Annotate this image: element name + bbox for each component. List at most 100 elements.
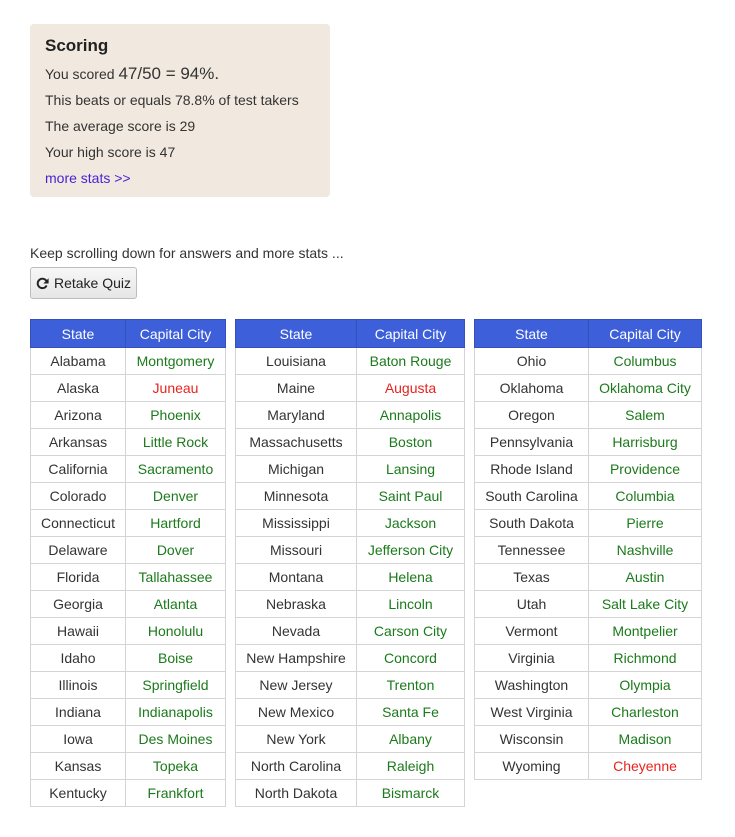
table-row: Maine Augusta xyxy=(235,374,465,402)
score-prefix: You scored xyxy=(45,66,115,82)
state-cell: South Dakota xyxy=(474,509,589,537)
table-row: Connecticut Hartford xyxy=(30,509,226,537)
retake-quiz-button[interactable]: Retake Quiz xyxy=(30,267,137,299)
capital-cell-correct: Santa Fe xyxy=(356,698,465,726)
state-cell: Idaho xyxy=(30,644,126,672)
capital-cell-correct: Harrisburg xyxy=(588,428,702,456)
table-row: Wisconsin Madison xyxy=(474,725,702,753)
table-row: Mississippi Jackson xyxy=(235,509,465,537)
table-row: Kentucky Frankfort xyxy=(30,779,226,807)
table-row: Colorado Denver xyxy=(30,482,226,510)
capital-cell-correct: Charleston xyxy=(588,698,702,726)
state-cell: Washington xyxy=(474,671,589,699)
percentile-text: This beats or equals 78.8% of test taker… xyxy=(45,92,299,108)
table-row: Kansas Topeka xyxy=(30,752,226,780)
state-cell: Colorado xyxy=(30,482,126,510)
state-cell: Kentucky xyxy=(30,779,126,807)
state-cell: Oklahoma xyxy=(474,374,589,402)
table-row: West Virginia Charleston xyxy=(474,698,702,726)
state-cell: Missouri xyxy=(235,536,357,564)
capital-cell-correct: Bismarck xyxy=(356,779,465,807)
state-cell: Florida xyxy=(30,563,126,591)
capital-cell-correct: Annapolis xyxy=(356,401,465,429)
state-cell: Michigan xyxy=(235,455,357,483)
capital-cell-correct: Madison xyxy=(588,725,702,753)
table-row: Ohio Columbus xyxy=(474,347,702,375)
capital-column-header: Capital City xyxy=(588,319,702,348)
capital-cell-correct: Salt Lake City xyxy=(588,590,702,618)
state-cell: Virginia xyxy=(474,644,589,672)
state-cell: Alaska xyxy=(30,374,126,402)
table-row: North Dakota Bismarck xyxy=(235,779,465,807)
table-row: North Carolina Raleigh xyxy=(235,752,465,780)
scroll-hint: Keep scrolling down for answers and more… xyxy=(30,245,344,261)
table-row: Idaho Boise xyxy=(30,644,226,672)
capital-cell-correct: Salem xyxy=(588,401,702,429)
capital-cell-correct: Saint Paul xyxy=(356,482,465,510)
table-row: New Jersey Trenton xyxy=(235,671,465,699)
capital-cell-incorrect: Augusta xyxy=(356,374,465,402)
capital-cell-correct: Little Rock xyxy=(125,428,226,456)
capital-cell-correct: Indianapolis xyxy=(125,698,226,726)
table-row: Hawaii Honolulu xyxy=(30,617,226,645)
table-row: Louisiana Baton Rouge xyxy=(235,347,465,375)
capital-cell-correct: Dover xyxy=(125,536,226,564)
capital-cell-correct: Lansing xyxy=(356,455,465,483)
state-column-header: State xyxy=(30,319,126,348)
table-row: Georgia Atlanta xyxy=(30,590,226,618)
table-row: Wyoming Cheyenne xyxy=(474,752,702,780)
capital-cell-correct: Frankfort xyxy=(125,779,226,807)
capital-cell-correct: Carson City xyxy=(356,617,465,645)
table-row: Texas Austin xyxy=(474,563,702,591)
scoring-title: Scoring xyxy=(45,36,109,55)
more-stats-link[interactable]: more stats >> xyxy=(45,170,131,186)
state-column-header: State xyxy=(235,319,357,348)
capital-cell-correct: Olympia xyxy=(588,671,702,699)
state-cell: Indiana xyxy=(30,698,126,726)
score-value: 47/50 = 94%. xyxy=(118,64,220,83)
state-cell: Rhode Island xyxy=(474,455,589,483)
capital-cell-correct: Sacramento xyxy=(125,455,226,483)
capital-cell-correct: Raleigh xyxy=(356,752,465,780)
state-cell: Maine xyxy=(235,374,357,402)
table-row: Arkansas Little Rock xyxy=(30,428,226,456)
capital-cell-correct: Atlanta xyxy=(125,590,226,618)
table-row: Florida Tallahassee xyxy=(30,563,226,591)
capital-cell-correct: Tallahassee xyxy=(125,563,226,591)
state-cell: Mississippi xyxy=(235,509,357,537)
table-row: Alaska Juneau xyxy=(30,374,226,402)
table-row: Missouri Jefferson City xyxy=(235,536,465,564)
capital-cell-correct: Baton Rouge xyxy=(356,347,465,375)
table-row: New Mexico Santa Fe xyxy=(235,698,465,726)
capital-cell-correct: Columbia xyxy=(588,482,702,510)
capital-cell-correct: Hartford xyxy=(125,509,226,537)
capital-cell-correct: Columbus xyxy=(588,347,702,375)
state-cell: Nevada xyxy=(235,617,357,645)
state-cell: Illinois xyxy=(30,671,126,699)
capital-cell-correct: Topeka xyxy=(125,752,226,780)
state-cell: North Carolina xyxy=(235,752,357,780)
state-cell: Tennessee xyxy=(474,536,589,564)
state-cell: South Carolina xyxy=(474,482,589,510)
capitals-table-2: State Capital City Louisiana Baton Rouge M… xyxy=(235,319,465,807)
table-row: Illinois Springfield xyxy=(30,671,226,699)
capital-cell-correct: Nashville xyxy=(588,536,702,564)
table-row: Virginia Richmond xyxy=(474,644,702,672)
table-row: Utah Salt Lake City xyxy=(474,590,702,618)
table-row: Montana Helena xyxy=(235,563,465,591)
table-row: Indiana Indianapolis xyxy=(30,698,226,726)
state-cell: Oregon xyxy=(474,401,589,429)
table-row: Maryland Annapolis xyxy=(235,401,465,429)
capital-cell-correct: Denver xyxy=(125,482,226,510)
capital-cell-correct: Richmond xyxy=(588,644,702,672)
state-cell: Louisiana xyxy=(235,347,357,375)
capital-cell-correct: Trenton xyxy=(356,671,465,699)
table-row: Nevada Carson City xyxy=(235,617,465,645)
state-cell: New York xyxy=(235,725,357,753)
state-cell: Massachusetts xyxy=(235,428,357,456)
scoring-panel: Scoring You scored 47/50 = 94%. This bea… xyxy=(30,24,330,197)
capital-cell-incorrect: Cheyenne xyxy=(588,752,702,780)
state-cell: Wyoming xyxy=(474,752,589,780)
capital-cell-correct: Pierre xyxy=(588,509,702,537)
table-row: California Sacramento xyxy=(30,455,226,483)
